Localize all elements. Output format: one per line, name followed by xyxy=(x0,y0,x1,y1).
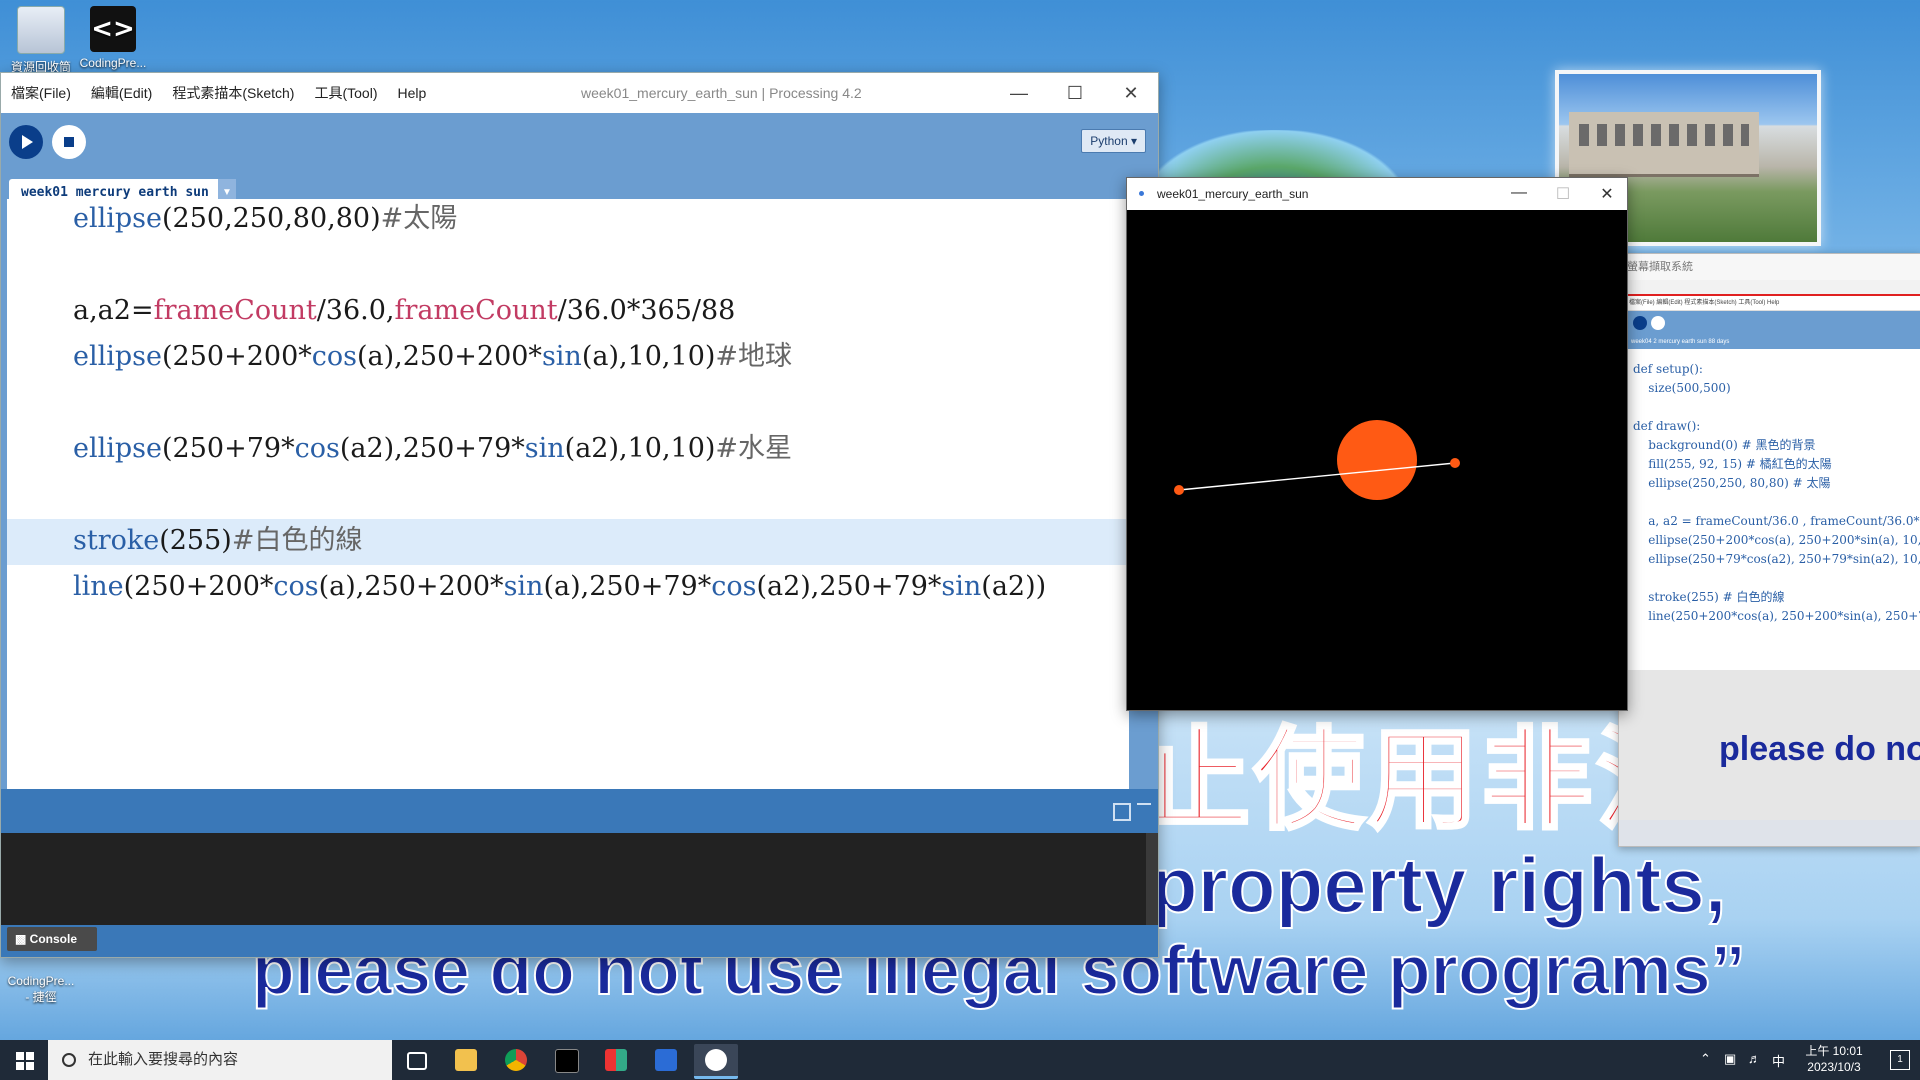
clock-time: 上午 10:01 xyxy=(1805,1044,1863,1058)
ime-indicator[interactable]: 中 xyxy=(1772,1051,1785,1070)
file-explorer-icon[interactable] xyxy=(444,1044,488,1076)
clock[interactable]: 上午 10:01 2023/10/3 xyxy=(1794,1043,1874,1075)
desktop-icon-codingprogram-shortcut[interactable]: CodingPre... - 捷徑 xyxy=(2,960,80,1019)
maximize-icon[interactable]: ☐ xyxy=(1047,73,1103,113)
system-tray: ⌃ ▣ ♬ 中 上午 10:01 2023/10/3 1 xyxy=(1700,1040,1920,1080)
captured-editor: 檔案(File) 編輯(Edit) 程式素描本(Sketch) 工具(Tool)… xyxy=(1623,294,1920,672)
windows-start-icon[interactable] xyxy=(0,1040,48,1080)
task-view-icon[interactable] xyxy=(394,1044,438,1076)
sketch-title: week01_mercury_earth_sun xyxy=(1157,187,1309,201)
sketch-window[interactable]: week01_mercury_earth_sun — ☐ ✕ xyxy=(1126,177,1628,711)
sketch-minimize-icon[interactable]: — xyxy=(1499,184,1539,202)
taskbar: 在此輸入要搜尋的內容 ⌃ ▣ ♬ 中 上午 10:01 2023/10/3 1 xyxy=(0,1040,1920,1080)
mode-label: Python xyxy=(1090,134,1128,148)
sketch-titlebar: week01_mercury_earth_sun — ☐ ✕ xyxy=(1127,178,1627,210)
mercury-circle xyxy=(1450,458,1460,468)
screen-capture-title: 螢幕擷取系統 xyxy=(1619,254,1920,280)
search-icon xyxy=(62,1053,76,1067)
processing-window[interactable]: 檔案(File) 編輯(Edit) 程式素描本(Sketch) 工具(Tool)… xyxy=(0,72,1159,958)
captured-subtitle: please do not xyxy=(1719,730,1920,768)
recycle-bin-icon xyxy=(17,6,65,54)
desktop-icon-codingprogram[interactable]: <> CodingPre... xyxy=(74,6,152,70)
screen-capture-app-icon[interactable] xyxy=(594,1044,638,1076)
desktop-icon-label: CodingPre... - 捷徑 xyxy=(7,974,75,1004)
code-line[interactable]: ellipse(250+200*cos(a),250+200*sin(a),10… xyxy=(73,335,792,379)
console-minimize-icon[interactable] xyxy=(1137,803,1151,819)
menu-bar: 檔案(File) 編輯(Edit) 程式素描本(Sketch) 工具(Tool)… xyxy=(1,73,1158,113)
stop-button[interactable] xyxy=(52,125,86,159)
mode-selector[interactable]: Python ▾ xyxy=(1081,129,1146,153)
tray-chevron-up-icon[interactable]: ⌃ xyxy=(1700,1051,1711,1067)
menu-tool[interactable]: 工具(Tool) xyxy=(304,83,387,103)
close-icon[interactable]: ✕ xyxy=(1103,73,1159,113)
chrome-icon[interactable] xyxy=(494,1044,538,1076)
sketch-app-icon xyxy=(1139,191,1144,196)
captured-code: def setup(): size(500,500) def draw(): b… xyxy=(1633,362,1920,623)
window-title: week01_mercury_earth_sun | Processing 4.… xyxy=(581,85,862,101)
menu-file[interactable]: 檔案(File) xyxy=(1,83,81,103)
console-area[interactable] xyxy=(1,833,1146,925)
notification-count: 1 xyxy=(1897,1054,1903,1065)
search-placeholder: 在此輸入要搜尋的內容 xyxy=(88,1051,239,1068)
captured-taskbar xyxy=(1619,820,1920,846)
minimize-icon[interactable]: — xyxy=(991,73,1047,113)
code-line[interactable]: a,a2=frameCount/36.0,frameCount/36.0*365… xyxy=(73,289,735,333)
taskbar-search-box[interactable]: 在此輸入要搜尋的內容 xyxy=(48,1040,392,1080)
console-tab-label: Console xyxy=(29,932,78,946)
earth-circle xyxy=(1174,485,1184,495)
code-editor[interactable]: ellipse(250,250,80,80)#太陽 a,a2=frameCount… xyxy=(7,199,1129,789)
screen-capture-window[interactable]: 螢幕擷取系統 檔案(File) 編輯(Edit) 程式素描本(Sketch) 工… xyxy=(1618,253,1920,847)
captured-tab: week04 2 mercury earth sun 88 days xyxy=(1625,335,1920,349)
code-line[interactable]: ellipse(250,250,80,80)#太陽 xyxy=(73,199,457,241)
console-tab[interactable]: ▩ Console xyxy=(7,927,97,951)
captured-toolbar xyxy=(1625,311,1920,335)
status-bar xyxy=(1,789,1158,833)
run-button[interactable] xyxy=(9,125,43,159)
desktop-icon-recycle-bin[interactable]: 資源回收筒 xyxy=(2,6,80,75)
footer-bar xyxy=(1,925,1158,957)
console-scrollbar[interactable] xyxy=(1146,833,1158,925)
codingprogram-taskbar-icon[interactable] xyxy=(644,1044,688,1076)
volume-icon[interactable]: ♬ xyxy=(1748,1051,1761,1066)
captured-desktop: please do not xyxy=(1619,670,1920,820)
console-toggle-icon[interactable] xyxy=(1113,803,1131,821)
captured-menu: 檔案(File) 編輯(Edit) 程式素描本(Sketch) 工具(Tool)… xyxy=(1625,296,1920,311)
clock-date: 2023/10/3 xyxy=(1807,1060,1861,1074)
desktop-icon-label: CodingPre... xyxy=(79,56,147,70)
code-line[interactable]: ellipse(250+79*cos(a2),250+79*sin(a2),10… xyxy=(73,427,792,471)
wallpaper-subtitle-line1: property rights, xyxy=(1149,840,1727,930)
processing-taskbar-icon[interactable] xyxy=(694,1044,738,1079)
terminal-icon[interactable] xyxy=(544,1044,588,1076)
sketch-close-icon[interactable]: ✕ xyxy=(1587,184,1627,204)
coding-program-icon: <> xyxy=(90,6,136,52)
notification-icon[interactable]: 1 xyxy=(1890,1050,1910,1070)
menu-edit[interactable]: 編輯(Edit) xyxy=(81,83,162,103)
menu-help[interactable]: Help xyxy=(387,85,436,101)
sketch-canvas xyxy=(1127,210,1627,710)
code-line[interactable]: stroke(255)#白色的線 xyxy=(73,519,362,563)
sun-circle xyxy=(1337,420,1417,500)
code-line[interactable]: line(250+200*cos(a),250+200*sin(a),250+7… xyxy=(73,565,1046,609)
menu-sketch[interactable]: 程式素描本(Sketch) xyxy=(162,83,304,103)
toolbar: Python ▾ xyxy=(1,113,1158,169)
sketch-maximize-icon[interactable]: ☐ xyxy=(1543,184,1583,204)
network-icon[interactable]: ▣ xyxy=(1724,1051,1736,1067)
